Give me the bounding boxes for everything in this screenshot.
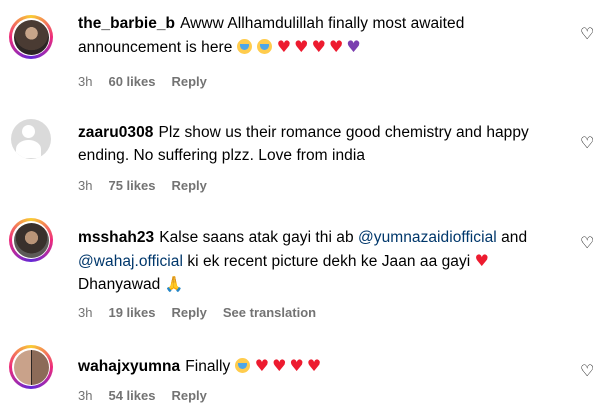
comment-body: msshah23 Kalse saans atak gayi thi ab @yu… xyxy=(78,226,568,296)
heart-outline-icon[interactable]: ♡ xyxy=(580,27,596,43)
heart-emoji: ♥ xyxy=(311,37,326,56)
heart-outline-icon[interactable]: ♡ xyxy=(580,236,596,252)
reply-button[interactable]: Reply xyxy=(171,178,206,193)
folded-hands-emoji: 🙏 xyxy=(164,275,184,293)
comment-time: 3h xyxy=(78,178,93,193)
mention-link[interactable]: @wahaj.official xyxy=(78,253,183,270)
comment-text: Kalse saans atak gayi thi ab xyxy=(159,229,354,246)
purple-heart-emoji: ♥ xyxy=(346,37,361,56)
comment-body: wahajxyumna Finally ♥ ♥ ♥ ♥ xyxy=(78,354,568,378)
crying-emoji xyxy=(256,39,272,54)
heart-outline-icon[interactable]: ♡ xyxy=(580,136,596,152)
comment-text: and xyxy=(501,229,528,246)
comment-likes[interactable]: 54 likes xyxy=(108,388,155,403)
avatar[interactable] xyxy=(9,345,53,389)
comment-time: 3h xyxy=(78,305,93,320)
comment-username[interactable]: msshah23 xyxy=(78,229,154,246)
comment-time: 3h xyxy=(78,74,93,89)
heart-emoji: ♥ xyxy=(474,251,490,270)
comment-meta: 3h 19 likes Reply See translation xyxy=(78,305,332,320)
mention-link[interactable]: @yumnazaidiofficial xyxy=(358,229,497,246)
reply-button[interactable]: Reply xyxy=(171,305,206,320)
comment-username[interactable]: zaaru0308 xyxy=(78,124,153,141)
crying-emoji xyxy=(236,39,252,54)
comment-username[interactable]: wahajxyumna xyxy=(78,358,180,375)
comment-text: Finally xyxy=(185,358,231,375)
heart-emoji: ♥ xyxy=(289,356,304,375)
see-translation-button[interactable]: See translation xyxy=(223,305,316,320)
heart-emoji: ♥ xyxy=(306,356,322,375)
comment-body: zaaru0308 Plz show us their romance good … xyxy=(78,121,568,167)
comment-likes[interactable]: 75 likes xyxy=(108,178,155,193)
comment-username[interactable]: the_barbie_b xyxy=(78,15,175,32)
avatar-image xyxy=(13,222,49,258)
avatar[interactable] xyxy=(9,117,53,161)
heart-emoji: ♥ xyxy=(276,37,292,56)
avatar-image xyxy=(13,19,49,55)
heart-outline-icon[interactable]: ♡ xyxy=(580,364,596,380)
comment-meta: 3h 75 likes Reply xyxy=(78,178,223,193)
reply-button[interactable]: Reply xyxy=(171,388,206,403)
comment-likes[interactable]: 19 likes xyxy=(108,305,155,320)
heart-emoji: ♥ xyxy=(328,37,344,56)
comment-text: Dhanyawad xyxy=(78,276,161,293)
crying-emoji xyxy=(234,358,250,373)
reply-button[interactable]: Reply xyxy=(171,74,206,89)
avatar[interactable] xyxy=(9,15,53,59)
comment-likes[interactable]: 60 likes xyxy=(108,74,155,89)
heart-emoji: ♥ xyxy=(254,356,270,375)
comment-text: ki ek recent picture dekh ke Jaan aa gay… xyxy=(187,253,471,270)
comment-meta: 3h 60 likes Reply xyxy=(78,74,223,89)
avatar[interactable] xyxy=(9,218,53,262)
heart-emoji: ♥ xyxy=(294,37,309,56)
avatar-image xyxy=(13,349,49,385)
avatar-image xyxy=(11,119,51,159)
heart-emoji: ♥ xyxy=(272,356,287,375)
comment-body: the_barbie_b Awww Allhamdulillah finally … xyxy=(78,12,568,59)
comment-time: 3h xyxy=(78,388,93,403)
comment-meta: 3h 54 likes Reply xyxy=(78,388,223,403)
